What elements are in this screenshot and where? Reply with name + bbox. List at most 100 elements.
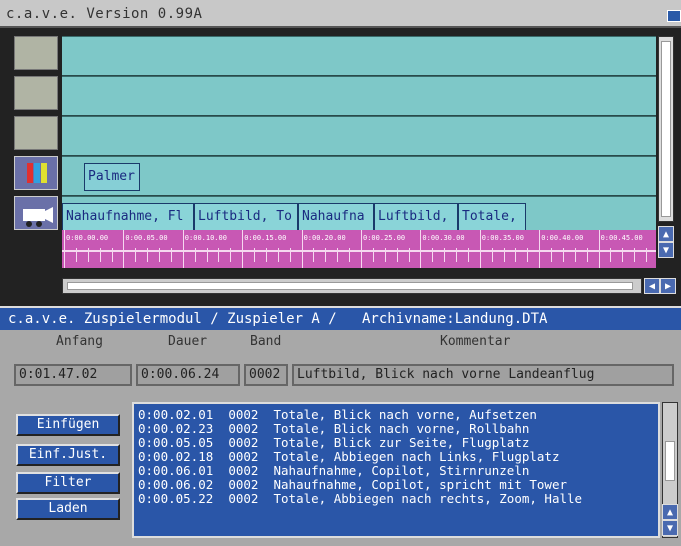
film-camera-icon (23, 207, 53, 227)
ruler-tick (301, 230, 303, 268)
filter-button[interactable]: Filter (16, 472, 120, 494)
scroll-down-icon[interactable]: ▼ (658, 242, 674, 258)
video-clip[interactable]: Totale, (458, 203, 526, 231)
ruler-minor-tick (527, 248, 529, 262)
ruler-minor-tick (254, 248, 256, 262)
ruler-minor-tick (111, 248, 113, 262)
list-band: 0002 (228, 477, 259, 492)
timeline-horizontal-scrollbar[interactable] (62, 278, 642, 294)
track-3[interactable] (62, 116, 656, 156)
ruler-minor-tick (337, 248, 339, 262)
list-band: 0002 (228, 463, 259, 478)
list-item[interactable]: 0:00.02.18 0002 Totale, Abbiegen nach Li… (138, 450, 559, 463)
depth-gadget-icon[interactable] (667, 10, 681, 22)
ruler-tick (479, 230, 481, 268)
list-scroll-up-icon[interactable]: ▲ (662, 504, 678, 520)
list-time: 0:00.05.22 (138, 491, 214, 506)
track-header-3[interactable] (14, 116, 58, 150)
list-text: Totale, Blick nach vorne, Aufsetzen (273, 407, 537, 422)
list-time: 0:00.05.05 (138, 435, 214, 450)
ruler-minor-tick (75, 248, 77, 262)
einf-just-button[interactable]: Einf.Just. (16, 444, 120, 466)
list-band: 0002 (228, 407, 259, 422)
ruler-tick (182, 230, 184, 268)
scroll-thumb[interactable] (67, 282, 633, 290)
ruler-minor-tick (586, 248, 588, 262)
ruler-label: 0:00.05.00 (125, 234, 168, 242)
track-header-1[interactable] (14, 36, 58, 70)
track-1[interactable] (62, 36, 656, 76)
scroll-up-icon[interactable]: ▲ (658, 226, 674, 242)
ruler-minor-tick (491, 248, 493, 262)
track-2[interactable] (62, 76, 656, 116)
ruler-tick (420, 230, 422, 268)
list-scroll-down-icon[interactable]: ▼ (662, 520, 678, 536)
time-ruler[interactable]: 0:00.00.00 0:00.05.00 0:00.10.00 0:00.15.00… (62, 230, 656, 268)
video-clip[interactable]: Luftbild, To (194, 203, 298, 231)
window-title: c.a.v.e. Version 0.99A (6, 6, 203, 22)
list-band: 0002 (228, 435, 259, 450)
ruler-minor-tick (218, 248, 220, 262)
ruler-label: 0:00.35.00 (481, 234, 524, 242)
list-band: 0002 (228, 421, 259, 436)
laden-button[interactable]: Laden (16, 498, 120, 520)
title-clip[interactable]: Palmer (84, 163, 140, 191)
window-titlebar[interactable]: c.a.v.e. Version 0.99A (0, 0, 681, 28)
anfang-field[interactable]: 0:01.47.02 (14, 364, 132, 386)
video-clip[interactable]: Luftbild, (374, 203, 458, 231)
scroll-thumb[interactable] (661, 41, 671, 217)
list-item[interactable]: 0:00.06.01 0002 Nahaufnahme, Copilot, St… (138, 464, 529, 477)
ruler-label: 0:00.20.00 (303, 234, 346, 242)
track-header-2[interactable] (14, 76, 58, 110)
title-track[interactable]: Palmer (62, 156, 656, 196)
ruler-minor-tick (622, 248, 624, 262)
list-time: 0:00.02.01 (138, 407, 214, 422)
ruler-label: 0:00.25.00 (363, 234, 406, 242)
ruler-tick (539, 230, 541, 268)
kommentar-field[interactable]: Luftbild, Blick nach vorne Landeanflug (292, 364, 674, 386)
scroll-right-icon[interactable]: ▶ (660, 278, 676, 294)
ruler-minor-tick (384, 248, 386, 262)
scroll-left-icon[interactable]: ◀ (644, 278, 660, 294)
band-field[interactable]: 0002 (244, 364, 288, 386)
ruler-minor-tick (230, 248, 232, 262)
module-title: c.a.v.e. Zuspielermodul / Zuspieler A / … (8, 311, 548, 327)
list-text: Totale, Blick zur Seite, Flugplatz (273, 435, 530, 450)
ruler-minor-tick (408, 248, 410, 262)
ruler-minor-tick (289, 248, 291, 262)
header-kommentar: Kommentar (440, 334, 511, 349)
ruler-label: 0:00.00.00 (66, 234, 109, 242)
ruler-minor-tick (99, 248, 101, 262)
video-clip[interactable]: Nahaufna (298, 203, 374, 231)
archive-panel: Einfügen Einf.Just. Filter Laden 0:00.02… (0, 392, 681, 546)
module-titlebar[interactable]: c.a.v.e. Zuspielermodul / Zuspieler A / … (0, 306, 681, 330)
list-item[interactable]: 0:00.02.23 0002 Totale, Blick nach vorne… (138, 422, 529, 435)
list-band: 0002 (228, 449, 259, 464)
ruler-minor-tick (147, 248, 149, 262)
ruler-minor-tick (634, 248, 636, 262)
ruler-minor-tick (135, 248, 137, 262)
list-item[interactable]: 0:00.05.22 0002 Totale, Abbiegen nach re… (138, 492, 582, 505)
list-item[interactable]: 0:00.05.05 0002 Totale, Blick zur Seite,… (138, 436, 529, 449)
ruler-minor-tick (562, 248, 564, 262)
scroll-thumb[interactable] (665, 441, 675, 481)
ruler-label: 0:00.10.00 (184, 234, 227, 242)
einfuegen-button[interactable]: Einfügen (16, 414, 120, 436)
timeline-vertical-scrollbar[interactable] (658, 36, 674, 222)
dauer-field[interactable]: 0:00.06.24 (136, 364, 240, 386)
list-time: 0:00.06.01 (138, 463, 214, 478)
ruler-minor-tick (551, 248, 553, 262)
video-clip[interactable]: Nahaufnahme, Fl (62, 203, 194, 231)
video-track-icon[interactable] (14, 196, 58, 230)
list-text: Totale, Blick nach vorne, Rollbahn (273, 421, 530, 436)
archive-list[interactable]: 0:00.02.01 0002 Totale, Blick nach vorne… (132, 402, 660, 538)
ruler-minor-tick (325, 248, 327, 262)
title-track-icon[interactable] (14, 156, 58, 190)
ruler-minor-tick (206, 248, 208, 262)
ruler-label: 0:00.15.00 (244, 234, 287, 242)
list-item[interactable]: 0:00.02.01 0002 Totale, Blick nach vorne… (138, 408, 537, 421)
list-time: 0:00.06.02 (138, 477, 214, 492)
list-time: 0:00.02.18 (138, 449, 214, 464)
list-time: 0:00.02.23 (138, 421, 214, 436)
list-item[interactable]: 0:00.06.02 0002 Nahaufnahme, Copilot, sp… (138, 478, 567, 491)
